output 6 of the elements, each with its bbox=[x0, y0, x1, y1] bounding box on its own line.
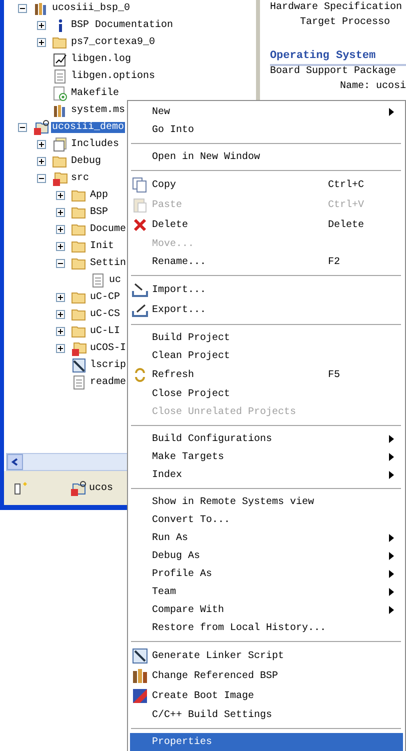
section-heading: Operating System bbox=[270, 50, 406, 66]
hardware-spec-label: Hardware Specification bbox=[270, 2, 403, 15]
name-value: ucosi bbox=[376, 81, 406, 92]
name-label: Name: ucosi bbox=[338, 81, 406, 94]
bsp-label: Board Support Package bbox=[270, 66, 397, 79]
target-processor-label: Target Processo bbox=[298, 17, 391, 30]
